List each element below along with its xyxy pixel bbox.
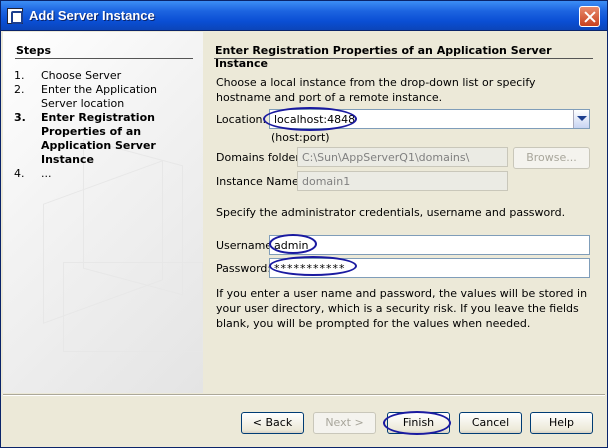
finish-button[interactable]: Finish	[387, 412, 450, 434]
intro-text: Choose a local instance from the drop-do…	[216, 76, 536, 104]
help-button[interactable]: Help	[530, 412, 593, 434]
credentials-text: Specify the administrator credentials, u…	[216, 206, 566, 219]
close-icon[interactable]	[579, 6, 600, 27]
password-label: Password:	[216, 262, 272, 275]
domains-folder-label: Domains folder:	[216, 151, 304, 164]
instance-name-label: Instance Name:	[216, 175, 303, 188]
app-icon	[7, 8, 23, 24]
domains-folder-field[interactable]: C:\Sun\AppServerQ1\domains\	[297, 147, 508, 167]
location-label: Location:	[216, 113, 267, 126]
username-field[interactable]: admin	[269, 235, 590, 255]
footer-divider-highlight	[3, 395, 605, 396]
location-combobox[interactable]: localhost:4848	[269, 109, 590, 129]
page-title: Enter Registration Properties of an Appl…	[215, 44, 552, 70]
security-note: If you enter a user name and password, t…	[216, 287, 588, 330]
steps-panel: Steps 1. Choose Server 2. Enter the Appl…	[3, 32, 203, 393]
add-server-instance-dialog: Add Server Instance Steps 1. Choose Serv…	[0, 0, 608, 448]
next-button[interactable]: Next >	[313, 412, 376, 434]
steps-divider	[15, 58, 193, 59]
location-hint: (host:port)	[271, 131, 330, 144]
password-field[interactable]: ***********	[269, 258, 590, 278]
chevron-down-icon[interactable]	[573, 110, 589, 128]
instance-name-field[interactable]: domain1	[297, 171, 508, 191]
title-bar[interactable]: Add Server Instance	[1, 1, 607, 31]
steps-heading: Steps	[16, 44, 52, 57]
window-title: Add Server Instance	[29, 8, 155, 23]
cancel-button[interactable]: Cancel	[459, 412, 522, 434]
browse-button[interactable]: Browse...	[513, 147, 590, 169]
location-value: localhost:4848	[274, 113, 356, 126]
title-divider	[214, 58, 593, 59]
username-label: Username:	[216, 239, 276, 252]
back-button[interactable]: < Back	[241, 412, 304, 434]
